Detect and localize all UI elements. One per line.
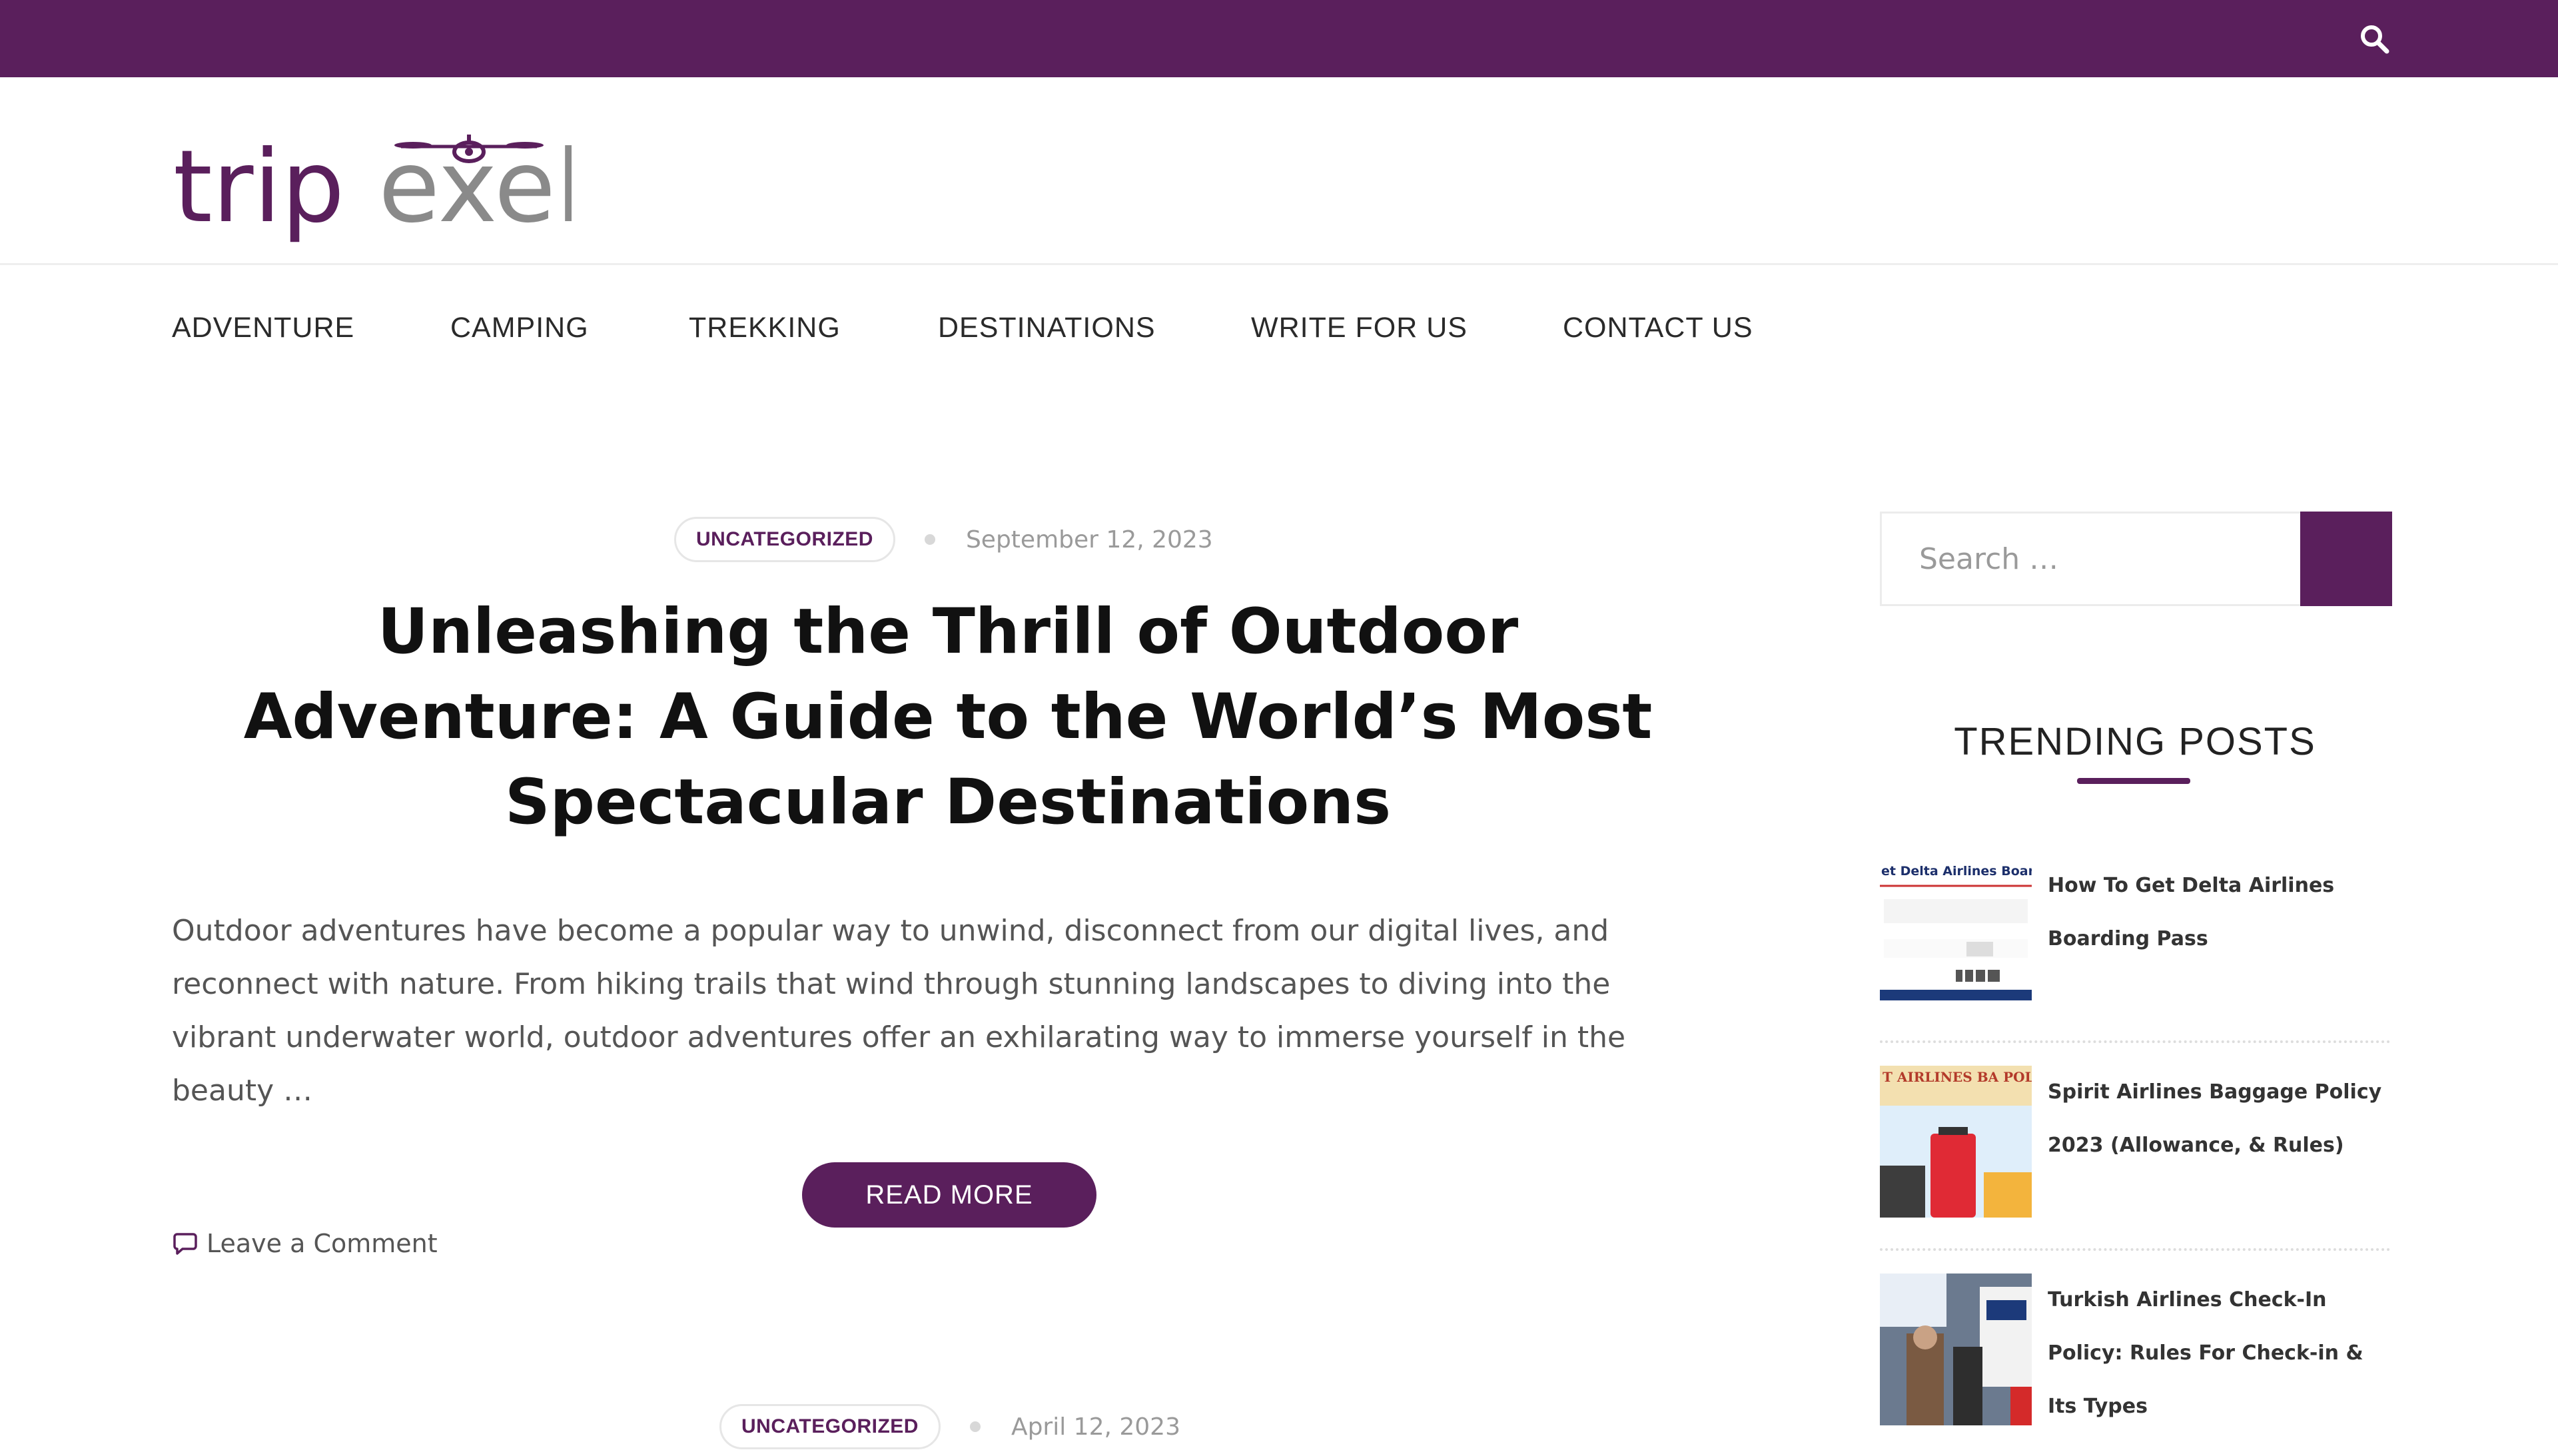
post-date[interactable]: September 12, 2023	[966, 526, 1213, 553]
trending-item[interactable]: Turkish Airlines Check-In Policy: Rules …	[1880, 1274, 2390, 1433]
nav-item-write-for-us[interactable]: WRITE FOR US	[1251, 312, 1468, 344]
trending-item-title[interactable]: Spirit Airlines Baggage Policy 2023 (All…	[2048, 1066, 2394, 1172]
sidebar-search	[1880, 512, 2392, 606]
trending-item[interactable]: et Delta Airlines Boar How To Get Delta …	[1880, 859, 2390, 1019]
trending-item-title[interactable]: How To Get Delta Airlines Boarding Pass	[2048, 859, 2394, 966]
site-header: trip exel	[0, 77, 2558, 265]
nav-item-camping[interactable]: CAMPING	[450, 312, 589, 344]
trending-thumbnail[interactable]: T AIRLINES BA POLICY	[1880, 1066, 2032, 1218]
search-input[interactable]	[1882, 514, 2300, 604]
trending-posts-heading: TRENDING POSTS	[1954, 720, 2316, 763]
logo-text-trip: trip	[173, 129, 344, 245]
meta-separator-dot	[969, 1421, 981, 1432]
nav-item-destinations[interactable]: DESTINATIONS	[938, 312, 1156, 344]
nav-item-contact-us[interactable]: CONTACT US	[1563, 312, 1753, 344]
trending-item-title[interactable]: Turkish Airlines Check-In Policy: Rules …	[2048, 1274, 2394, 1433]
site-logo[interactable]: trip exel	[172, 104, 584, 250]
post-meta: UNCATEGORIZED September 12, 2023	[674, 514, 1213, 565]
post-excerpt: Outdoor adventures have become a popular…	[172, 914, 1626, 1108]
comment-icon	[173, 1233, 197, 1255]
post-title[interactable]: Unleashing the Thrill of Outdoor Adventu…	[172, 589, 1724, 845]
trending-divider	[1880, 1040, 2390, 1043]
leave-comment-label[interactable]: Leave a Comment	[207, 1229, 438, 1258]
nav-item-trekking[interactable]: TREKKING	[689, 312, 841, 344]
trending-thumbnail[interactable]	[1880, 1274, 2032, 1425]
post-title-line[interactable]: Unleashing the Thrill of Outdoor	[172, 589, 1724, 675]
post-title-line[interactable]: Spectacular Destinations	[172, 760, 1724, 845]
thumb-caption: T AIRLINES BA POLICY	[1883, 1069, 2032, 1085]
next-post-meta: UNCATEGORIZED April 12, 2023	[719, 1401, 1180, 1452]
top-bar	[0, 0, 2558, 77]
category-badge[interactable]: UNCATEGORIZED	[719, 1404, 941, 1449]
main-nav: ADVENTURE CAMPING TREKKING DESTINATIONS …	[0, 265, 2558, 398]
leave-comment-link[interactable]: Leave a Comment	[172, 1229, 438, 1258]
thumb-caption: et Delta Airlines Boar	[1881, 864, 2032, 879]
search-submit-button[interactable]	[2300, 512, 2392, 606]
read-more-button[interactable]: READ MORE	[802, 1162, 1096, 1228]
logo-text-exel: exel	[378, 129, 572, 245]
trending-thumbnail[interactable]: et Delta Airlines Boar	[1880, 859, 2032, 1011]
trending-divider	[1880, 1248, 2390, 1251]
post-title-line[interactable]: Adventure: A Guide to the World’s Most	[172, 675, 1724, 760]
post-date[interactable]: April 12, 2023	[1011, 1413, 1180, 1441]
meta-separator-dot	[924, 534, 935, 545]
trending-item[interactable]: T AIRLINES BA POLICY Spirit Airlines Bag…	[1880, 1066, 2390, 1226]
heading-underline	[2077, 778, 2190, 784]
category-badge[interactable]: UNCATEGORIZED	[674, 517, 895, 562]
nav-item-adventure[interactable]: ADVENTURE	[172, 312, 354, 344]
search-icon[interactable]	[2358, 23, 2390, 55]
